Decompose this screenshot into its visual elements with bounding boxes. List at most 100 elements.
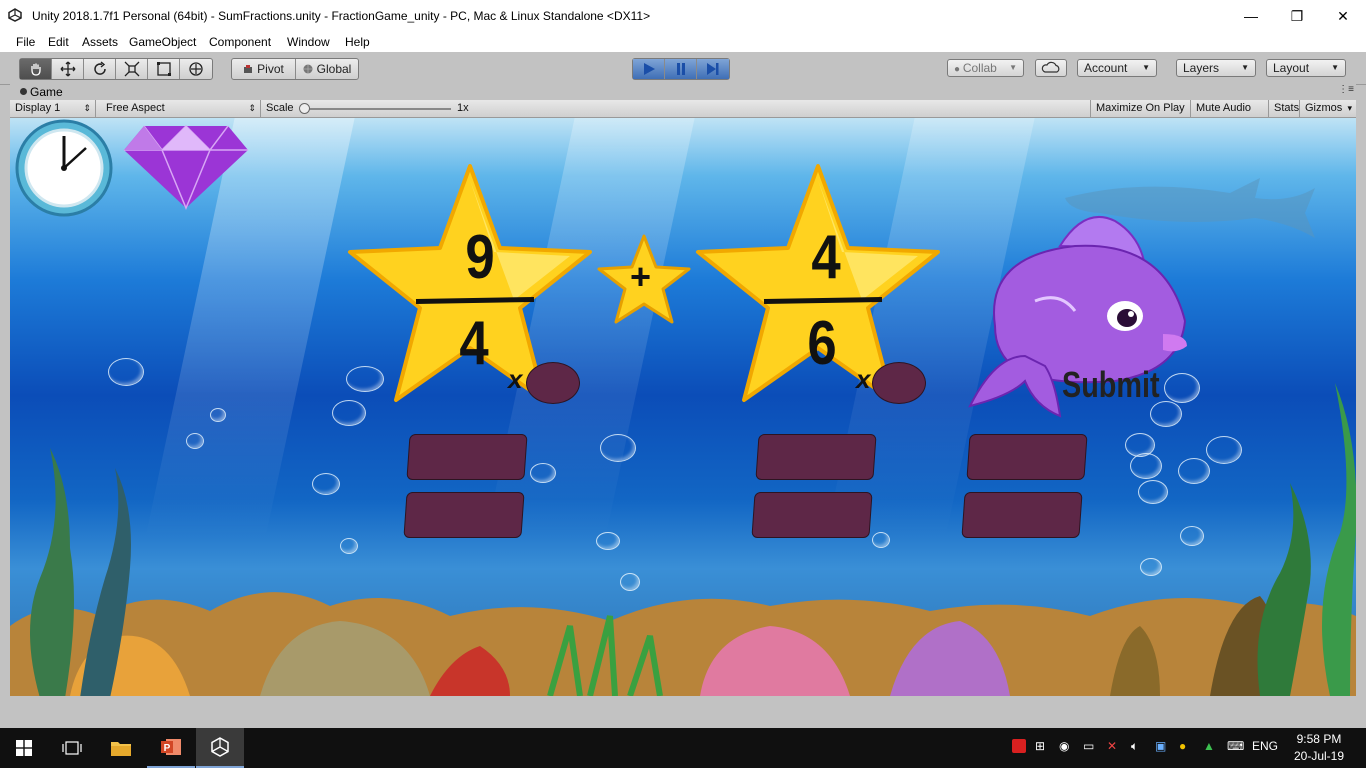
sync-icon[interactable]: ▣: [1155, 739, 1166, 753]
tab-menu-icon[interactable]: ⋮≡: [1338, 84, 1354, 95]
answer-numerator-box-1[interactable]: [406, 434, 528, 480]
menu-window[interactable]: Window: [287, 35, 330, 49]
menu-component[interactable]: Component: [209, 35, 271, 49]
game-tab-label: Game: [30, 85, 63, 99]
multiplier-x-label: x: [856, 364, 871, 394]
bubble: [186, 433, 204, 449]
svg-text:P: P: [164, 743, 171, 754]
network-share-icon[interactable]: ⊞: [1035, 739, 1045, 753]
scale-slider-thumb[interactable]: [299, 103, 310, 114]
bubble: [1206, 436, 1242, 464]
transform-tool-button[interactable]: [180, 59, 212, 79]
hand-tool-button[interactable]: [20, 59, 52, 79]
tray-app-icon[interactable]: [1012, 739, 1026, 753]
game-tab[interactable]: Game ⋮≡: [10, 84, 1356, 100]
rect-icon: [156, 62, 171, 76]
layers-dropdown[interactable]: Layers ▼: [1176, 59, 1256, 77]
step-icon: [707, 63, 719, 75]
layout-dropdown[interactable]: Layout ▼: [1266, 59, 1346, 77]
pivot-label: Pivot: [257, 62, 284, 76]
system-clock[interactable]: 9:58 PM 20-Jul-19: [1294, 731, 1344, 765]
scale-slider-track[interactable]: [301, 108, 451, 110]
battery-icon[interactable]: ▭: [1083, 739, 1094, 753]
menu-gameobject[interactable]: GameObject: [129, 35, 196, 49]
bubble: [530, 463, 556, 483]
chevron-updown-icon: ⇕: [248, 103, 256, 113]
answer-numerator-box-result[interactable]: [966, 434, 1088, 480]
global-button[interactable]: Global: [296, 59, 358, 79]
game-viewport[interactable]: 9 4 x + 4 6 x Submit: [10, 118, 1356, 696]
language-indicator[interactable]: ENG: [1252, 739, 1278, 753]
collab-icon: ●: [954, 64, 963, 75]
fraction1-numerator: 9: [465, 223, 495, 292]
menu-assets[interactable]: Assets: [82, 35, 118, 49]
cloud-button[interactable]: [1035, 59, 1067, 77]
chevron-down-icon: ▼: [1331, 63, 1339, 72]
unity-icon[interactable]: [196, 728, 244, 768]
multiplier-input-1[interactable]: [526, 362, 580, 404]
windows-start-icon[interactable]: [0, 728, 48, 768]
globe-icon: [303, 64, 313, 74]
close-button[interactable]: ✕: [1320, 0, 1366, 32]
gizmos-dropdown[interactable]: Gizmos ▾: [1300, 100, 1356, 117]
menu-help[interactable]: Help: [345, 35, 370, 49]
chevron-down-icon: ▼: [1241, 63, 1249, 72]
maximize-on-play-toggle[interactable]: Maximize On Play: [1090, 100, 1191, 117]
chevron-down-icon: ▼: [1142, 63, 1150, 72]
transform-tools: [19, 58, 213, 80]
pivot-button[interactable]: Pivot: [232, 59, 296, 79]
multiplier-input-2[interactable]: [872, 362, 926, 404]
layers-label: Layers: [1183, 61, 1220, 75]
bubble: [1150, 401, 1182, 427]
answer-denominator-box-1[interactable]: [403, 492, 525, 538]
step-button[interactable]: [697, 59, 729, 79]
taskbar: P ⊞ ◉ ▭ ✕ 🔈︎ ▣ ● ▲ ⌨ ENG 9:58 PM 20-Jul-…: [0, 728, 1366, 768]
bubble: [1130, 453, 1162, 479]
wifi-off-icon[interactable]: ✕: [1107, 739, 1117, 753]
chrome-icon[interactable]: ◉: [1059, 739, 1069, 753]
pause-icon: [676, 63, 685, 75]
chevron-down-icon: ▼: [1009, 63, 1017, 72]
gizmos-label: Gizmos: [1305, 102, 1343, 114]
answer-denominator-box-2[interactable]: [751, 492, 873, 538]
seaweed-left: [30, 448, 131, 696]
collab-dropdown[interactable]: ● Collab ▼: [947, 59, 1024, 77]
unity-logo-icon: [8, 8, 22, 22]
drive-icon[interactable]: ▲: [1203, 739, 1215, 753]
pause-button[interactable]: [665, 59, 697, 79]
play-button[interactable]: [633, 59, 665, 79]
maximize-button[interactable]: ❐: [1274, 0, 1320, 32]
answer-denominator-box-result[interactable]: [961, 492, 1083, 538]
rect-tool-button[interactable]: [148, 59, 180, 79]
disk-icon[interactable]: ●: [1179, 739, 1186, 753]
bubble: [332, 400, 366, 426]
account-dropdown[interactable]: Account ▼: [1077, 59, 1157, 77]
file-explorer-icon[interactable]: [97, 728, 145, 768]
move-tool-button[interactable]: [52, 59, 84, 79]
play-icon: [643, 63, 655, 75]
bubble: [596, 532, 620, 550]
display-dropdown[interactable]: Display 1 ⇕: [10, 100, 96, 117]
stats-toggle[interactable]: Stats: [1269, 100, 1300, 117]
aspect-dropdown[interactable]: Free Aspect ⇕: [101, 100, 261, 117]
answer-numerator-box-2[interactable]: [755, 434, 877, 480]
aspect-label: Free Aspect: [106, 102, 165, 114]
task-view-icon[interactable]: [48, 728, 96, 768]
keyboard-icon[interactable]: ⌨: [1227, 739, 1244, 753]
powerpoint-icon[interactable]: P: [147, 728, 195, 768]
window-title: Unity 2018.1.7f1 Personal (64bit) - SumF…: [32, 9, 651, 23]
rotate-tool-button[interactable]: [84, 59, 116, 79]
diamond-icon: [124, 124, 248, 210]
mute-audio-toggle[interactable]: Mute Audio: [1191, 100, 1269, 117]
display-label: Display 1: [15, 102, 61, 114]
volume-icon[interactable]: 🔈︎: [1131, 739, 1138, 754]
minimize-button[interactable]: —: [1228, 0, 1274, 32]
menu-edit[interactable]: Edit: [48, 35, 69, 49]
pivot-global-toggle: Pivot Global: [231, 58, 359, 80]
menu-file[interactable]: File: [16, 35, 35, 49]
scale-tool-button[interactable]: [116, 59, 148, 79]
submit-button[interactable]: Submit: [1062, 364, 1160, 406]
bubble: [1178, 458, 1210, 484]
move-icon: [60, 61, 75, 77]
playback-controls: [632, 58, 730, 80]
